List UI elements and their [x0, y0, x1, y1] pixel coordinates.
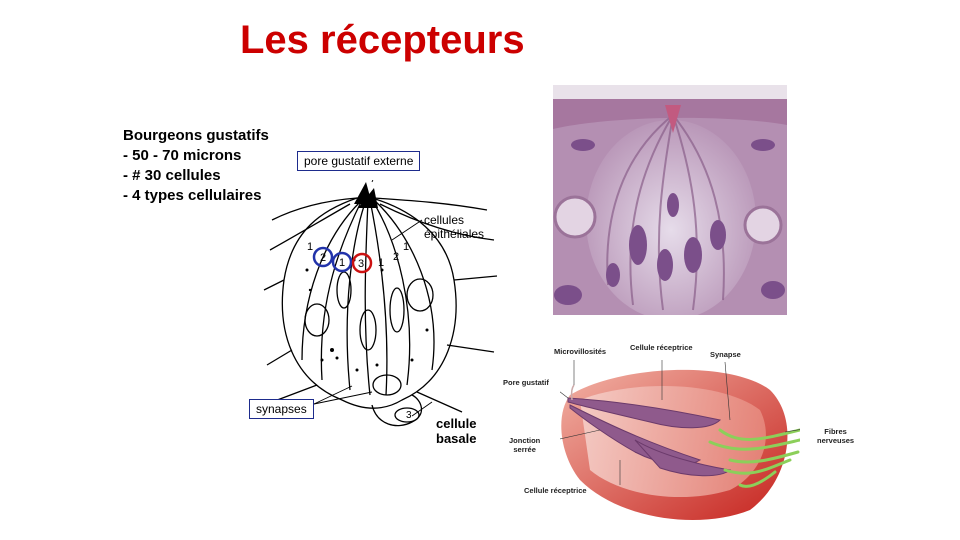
cellule-receptrice-top-label: Cellule réceptrice [630, 343, 693, 352]
cell-number: 2 [393, 251, 399, 263]
cell-number: 3 [358, 258, 364, 270]
slide-title: Les récepteurs [240, 18, 525, 62]
info-item: - # 30 cellules [123, 167, 221, 184]
synapse-label: Synapse [710, 350, 741, 359]
cell-number: 1 [339, 257, 345, 269]
epithelial-label: cellules épithéliales [424, 213, 485, 241]
histology-micrograph [553, 85, 787, 315]
cell-number: 1 [378, 257, 384, 269]
info-item: - 50 - 70 microns [123, 147, 242, 164]
jonction-label: Jonction serrée [509, 436, 541, 454]
info-item: - 4 types cellulaires [123, 187, 262, 204]
info-heading: Bourgeons gustatifs [123, 127, 269, 144]
cell-number: 2 [320, 252, 326, 264]
synapses-label: synapses [256, 402, 307, 416]
pore-label: pore gustatif externe [304, 154, 414, 168]
cell-number: 1 [403, 241, 409, 253]
cell-number: 1 [307, 241, 313, 253]
cellule-receptrice-bottom-label: Cellule réceptrice [524, 486, 587, 495]
synapses-label-box: synapses [249, 399, 314, 419]
taste-bud-info: Bourgeons gustatifs - 50 - 70 microns - … [123, 126, 269, 206]
fibres-label: Fibres nerveuses [817, 427, 855, 445]
microvillosites-label: Microvillosités [554, 347, 607, 356]
pore-label-box: pore gustatif externe [297, 151, 421, 171]
taste-bud-illustration [560, 360, 800, 520]
pore-gustatif-label: Pore gustatif [503, 378, 549, 387]
cell-number: 3 [406, 410, 412, 421]
basal-cell-label: cellule basale [436, 416, 477, 446]
